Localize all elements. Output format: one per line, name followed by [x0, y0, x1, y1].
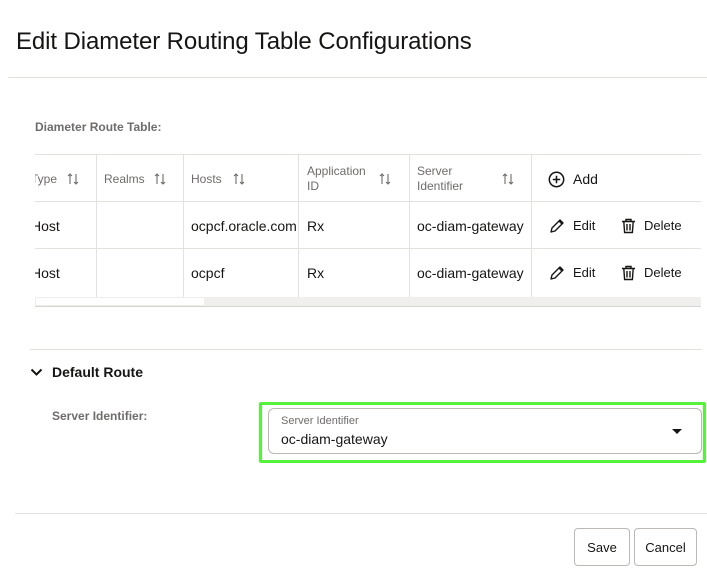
- cell-server-identifier: oc-diam-gateway: [417, 264, 524, 281]
- plus-circle-icon: [548, 171, 565, 187]
- cell-application-id: Rx: [307, 217, 325, 234]
- column-header-label: Hosts: [191, 171, 222, 186]
- cell-server-identifier: oc-diam-gateway: [417, 217, 524, 234]
- delete-label: Delete: [644, 265, 682, 280]
- table-row: Host ocpcf Rx oc-diam-gateway Edit Delet…: [35, 249, 701, 296]
- column-header-label: Server Identifier: [417, 164, 464, 193]
- default-route-toggle[interactable]: Default Route: [30, 364, 143, 380]
- select-floating-label: Server Identifier: [281, 415, 359, 427]
- edit-button[interactable]: Edit: [549, 249, 595, 296]
- sort-icon[interactable]: [233, 171, 245, 187]
- column-header-label: Realms: [104, 171, 145, 186]
- cancel-button[interactable]: Cancel: [634, 528, 697, 566]
- page-title: Edit Diameter Routing Table Configuratio…: [16, 28, 472, 55]
- column-header-application-id[interactable]: Application ID: [307, 155, 373, 203]
- chevron-down-icon: [30, 368, 43, 376]
- save-button[interactable]: Save: [574, 528, 630, 566]
- cell-application-id: Rx: [307, 264, 325, 281]
- column-header-type[interactable]: Type: [35, 155, 91, 203]
- table-header-row: Type Realms Hosts Application ID Server …: [35, 154, 701, 202]
- footer-divider: [15, 513, 707, 514]
- edit-button[interactable]: Edit: [549, 202, 595, 249]
- delete-button[interactable]: Delete: [621, 249, 682, 296]
- cell-hosts: ocpcf.oracle.com: [191, 217, 297, 234]
- edit-label: Edit: [573, 265, 596, 280]
- route-table-label: Diameter Route Table:: [35, 120, 162, 134]
- column-header-label: Type: [35, 171, 58, 186]
- add-button[interactable]: Add: [548, 155, 598, 203]
- pencil-icon: [550, 265, 564, 280]
- title-divider: [8, 77, 707, 78]
- horizontal-scrollbar-thumb[interactable]: [35, 297, 205, 306]
- caret-down-icon[interactable]: [671, 428, 683, 435]
- table-row: Host ocpcf.oracle.com Rx oc-diam-gateway…: [35, 202, 701, 249]
- cell-type: Host: [35, 217, 60, 234]
- server-identifier-select[interactable]: Server Identifier oc-diam-gateway: [268, 408, 702, 454]
- column-header-label: Application ID: [307, 164, 366, 193]
- cell-type: Host: [35, 264, 60, 281]
- sort-icon[interactable]: [154, 171, 166, 187]
- section-divider: [30, 349, 702, 350]
- default-route-label: Default Route: [52, 364, 143, 380]
- trash-icon: [622, 265, 635, 280]
- server-identifier-label: Server Identifier:: [52, 409, 148, 423]
- sort-icon[interactable]: [379, 171, 391, 187]
- column-header-server-identifier[interactable]: Server Identifier: [417, 155, 483, 203]
- edit-label: Edit: [573, 218, 596, 233]
- add-label: Add: [573, 171, 598, 187]
- pencil-icon: [550, 218, 564, 233]
- sort-icon[interactable]: [67, 171, 79, 187]
- sort-icon[interactable]: [502, 171, 514, 187]
- route-table: Type Realms Hosts Application ID Server …: [35, 154, 701, 307]
- select-value: oc-diam-gateway: [281, 431, 388, 447]
- delete-button[interactable]: Delete: [621, 202, 682, 249]
- delete-label: Delete: [644, 218, 682, 233]
- trash-icon: [622, 218, 635, 233]
- cell-hosts: ocpcf: [191, 264, 225, 281]
